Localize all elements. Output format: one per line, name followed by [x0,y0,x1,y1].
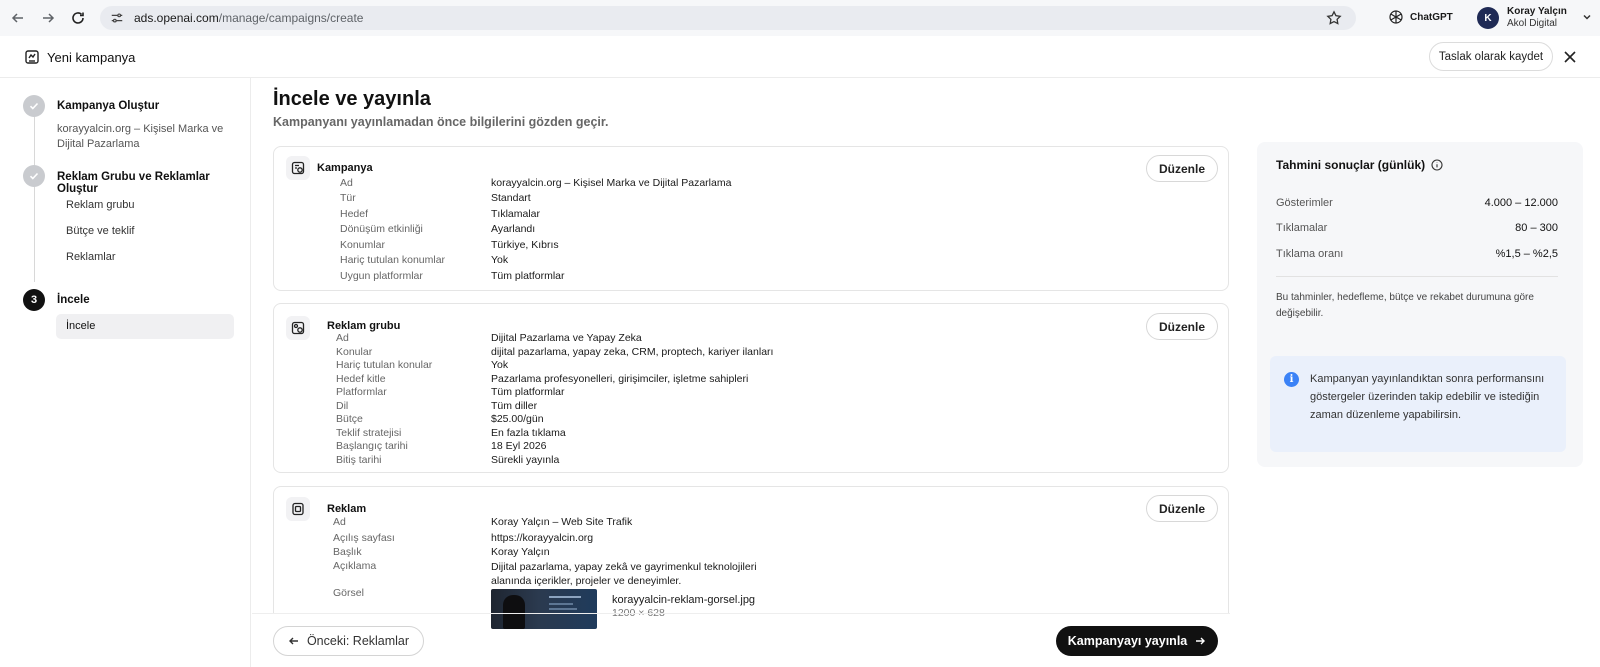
campaign-icon [25,50,39,64]
review-title: İncele ve yayınla [273,88,431,110]
campaign-card: Kampanya Düzenle Ad korayyalcin.org – Kiş… [273,146,1229,291]
save-draft-button[interactable]: Taslak olarak kaydet [1429,42,1553,71]
sidebar-item-reklamlar[interactable]: Reklamlar [66,251,116,263]
ad-image-filename: korayyalcin-reklam-gorsel.jpg [612,594,756,606]
arrow-left-icon [11,13,23,23]
reload-icon [72,12,84,24]
sidebar-item-label: İncele [66,320,96,332]
estimates-panel: Tahmini sonuçlar (günlük) Gösterimler 4.0… [1257,142,1583,467]
back-button[interactable] [3,3,33,33]
step-complete-icon [23,165,45,187]
sidebar-item-butce-teklif[interactable]: Bütçe ve teklif [66,225,134,237]
step-2-title[interactable]: Reklam Grubu ve Reklamlar Oluştur [57,171,250,195]
estimates-title: Tahmini sonuçlar (günlük) [1276,158,1443,172]
publish-button-label: Kampanyayı yayınla [1067,634,1188,648]
edit-adgroup-button[interactable]: Düzenle [1146,313,1218,340]
info-icon[interactable] [1431,159,1443,171]
adgroup-card: Reklam grubu Düzenle Ad Dijital Pazarlama… [273,303,1229,473]
edit-campaign-button[interactable]: Düzenle [1146,155,1218,182]
bookmark-star-icon[interactable] [1326,10,1342,26]
estimates-note: Bu tahminler, hedefleme, bütçe ve rekabe… [1276,292,1534,319]
card-title: Kampanya [317,162,373,174]
url-host: ads.openai.com [134,11,219,25]
arrow-right-icon [43,13,55,23]
account-name: Koray Yalçın [1507,6,1567,17]
footer-divider [252,613,1230,614]
step-3-title[interactable]: İncele [57,294,90,306]
step-connector [34,116,35,170]
step-1-title[interactable]: Kampanya Oluştur [57,100,159,112]
review-subtitle: Kampanyanı yayınlamadan önce bilgilerini… [273,115,609,129]
ad-card: Reklam Düzenle Ad Koray Yalçın – Web Site… [273,486,1229,629]
edit-ad-button[interactable]: Düzenle [1146,495,1218,522]
check-icon [29,102,39,110]
avatar: K [1477,7,1499,29]
info-icon: i [1284,372,1299,387]
ad-description: Dijital pazarlama, yapay zekâ ve gayrime… [491,561,757,587]
chatgpt-label: ChatGPT [1410,11,1453,23]
reload-button[interactable] [63,3,93,33]
chevron-down-icon [1583,14,1591,20]
previous-button-label: Önceki: Reklamlar [306,634,410,648]
previous-button[interactable]: Önceki: Reklamlar [273,626,424,656]
address-bar[interactable]: ads.openai.com/manage/campaigns/create [100,6,1356,30]
sidebar-item-incele[interactable]: İncele [56,314,234,339]
ad-icon [286,497,310,521]
account-org: Akol Digital [1507,18,1558,29]
step-3-number: 3 [23,289,45,311]
ad-image-thumbnail[interactable] [491,589,597,629]
page-title: Yeni kampanya [47,50,136,65]
card-title: Reklam [327,503,367,515]
estimates-divider [1276,276,1558,277]
campaign-icon [286,156,310,180]
close-icon[interactable] [1562,49,1578,65]
info-callout-text: Kampanyan yayınlandıktan sonra performan… [1310,373,1545,421]
publish-campaign-button[interactable]: Kampanyayı yayınla [1056,626,1218,656]
chatgpt-logo-icon [1389,10,1403,24]
steps-sidebar: Kampanya Oluştur korayyalcin.org – Kişis… [0,78,251,667]
step-connector [34,186,35,282]
check-icon [29,172,39,180]
site-settings-icon[interactable] [110,11,124,25]
sidebar-item-reklam-grubu[interactable]: Reklam grubu [66,199,134,211]
url-path: /manage/campaigns/create [218,11,364,25]
browser-toolbar: ads.openai.com/manage/campaigns/create C… [0,0,1600,36]
account-menu[interactable]: K Koray Yalçın Akol Digital [1477,6,1591,30]
arrow-left-icon [288,637,298,645]
app-header: Yeni kampanya Taslak olarak kaydet [0,36,1600,78]
step-complete-icon [23,95,45,117]
adgroup-icon [286,316,310,340]
step-1-subtitle: korayyalcin.org – Kişisel Marka ve Dijit… [57,123,224,150]
arrow-right-icon [1196,637,1206,645]
forward-button[interactable] [33,3,63,33]
chatgpt-link[interactable]: ChatGPT [1388,9,1453,25]
info-callout: i Kampanyan yayınlandıktan sonra perform… [1270,356,1566,452]
card-title: Reklam grubu [327,320,401,332]
